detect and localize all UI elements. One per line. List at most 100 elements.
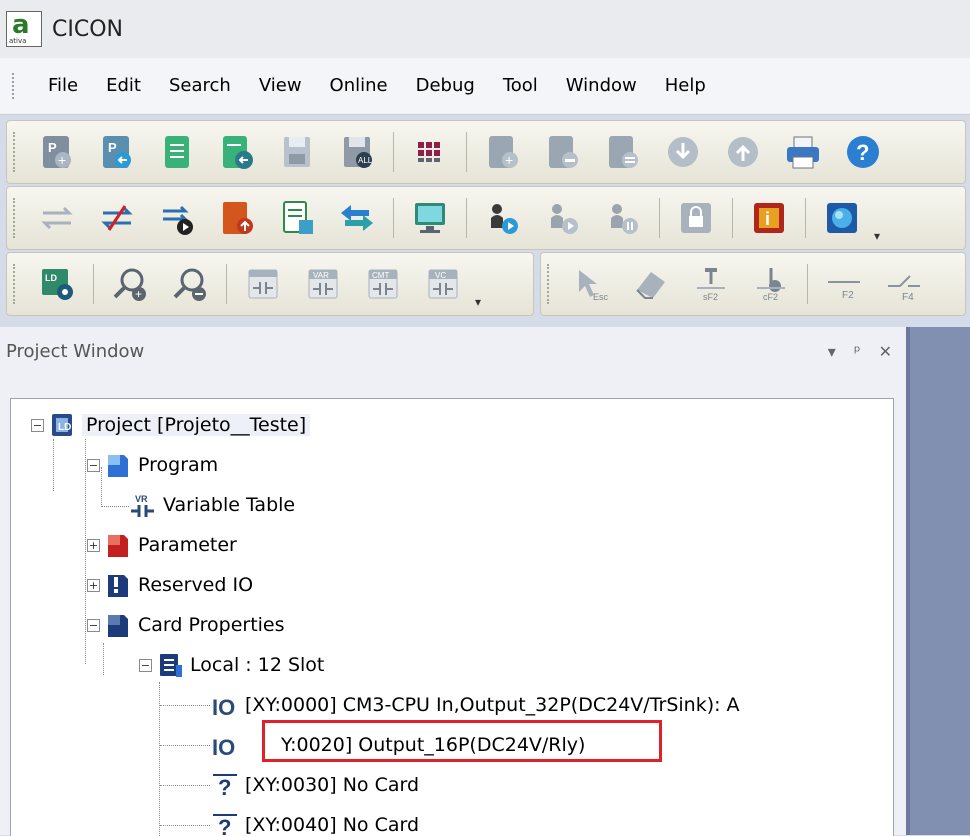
eraser-icon[interactable] xyxy=(628,261,674,307)
toolbar-overflow-icon[interactable]: ▾ xyxy=(475,295,481,309)
clear-icon[interactable] xyxy=(274,195,320,241)
svg-text:+: + xyxy=(135,287,142,301)
add-program-icon[interactable]: + xyxy=(480,129,526,175)
monitor-icon[interactable] xyxy=(407,195,453,241)
ladder-contact-icon[interactable] xyxy=(240,261,286,307)
window-title: CICON xyxy=(52,16,123,42)
save-icon[interactable] xyxy=(274,129,320,175)
edit-toolbar: Esc sF2 cF2 F2 F4 xyxy=(540,252,966,316)
delete-program-icon[interactable] xyxy=(540,129,586,175)
card-properties-icon xyxy=(104,611,132,639)
collapse-icon[interactable]: − xyxy=(139,658,152,672)
tree-node-parameter[interactable]: + Parameter xyxy=(87,529,237,561)
menu-view[interactable]: View xyxy=(245,66,316,106)
svg-text:+: + xyxy=(58,152,66,168)
line-f4-icon[interactable]: F4 xyxy=(881,261,927,307)
tree-node-card-properties[interactable]: − Card Properties xyxy=(87,609,285,641)
pane-dropdown-icon[interactable]: ▾ xyxy=(828,342,836,361)
tree-label-variable-table: Variable Table xyxy=(163,494,296,516)
run-icon[interactable] xyxy=(154,195,200,241)
compare-icon[interactable] xyxy=(334,195,380,241)
menu-search[interactable]: Search xyxy=(155,66,245,106)
online-toolbar: i ▾ xyxy=(6,186,966,250)
comment-view-icon[interactable]: CMT xyxy=(360,261,406,307)
menu-edit[interactable]: Edit xyxy=(92,66,155,106)
print-icon[interactable] xyxy=(780,129,826,175)
menu-help[interactable]: Help xyxy=(651,66,720,106)
info-icon[interactable]: i xyxy=(746,195,792,241)
download-icon[interactable] xyxy=(660,129,706,175)
help-icon[interactable]: ? xyxy=(840,129,886,175)
toolbar-separator xyxy=(226,264,227,304)
tree-node-slot-3[interactable]: ? [XY:0040] No Card xyxy=(211,809,419,836)
toolbar-grip[interactable] xyxy=(13,132,19,172)
toolbar-overflow-icon[interactable]: ▾ xyxy=(874,229,880,243)
disconnect-icon[interactable] xyxy=(94,195,140,241)
esc-icon[interactable]: Esc xyxy=(568,261,614,307)
stop-mode-icon[interactable] xyxy=(540,195,586,241)
close-project-icon[interactable] xyxy=(154,129,200,175)
tree-node-variable-table[interactable]: VR Variable Table xyxy=(129,489,295,521)
toolbar-grip[interactable] xyxy=(547,264,553,304)
save-all-icon[interactable]: ALL xyxy=(334,129,380,175)
menu-online[interactable]: Online xyxy=(316,66,402,106)
contact-sf2-icon[interactable]: sF2 xyxy=(688,261,734,307)
parameter-icon xyxy=(104,531,132,559)
standard-toolbar: P + P ALL + ? xyxy=(6,120,966,184)
network-icon[interactable] xyxy=(819,195,865,241)
toolbar-grip[interactable] xyxy=(13,264,19,304)
run-mode-icon[interactable] xyxy=(480,195,526,241)
menu-grip[interactable] xyxy=(12,73,20,99)
project-tree[interactable]: − LD Project [Projeto__Teste] − Program … xyxy=(10,398,894,836)
svg-text:i: i xyxy=(765,209,770,229)
expand-icon[interactable]: + xyxy=(87,578,100,592)
line-f2-icon[interactable]: F2 xyxy=(821,261,867,307)
collapse-icon[interactable]: − xyxy=(31,418,44,432)
contact-cf2-icon[interactable]: cF2 xyxy=(748,261,794,307)
upload-icon[interactable] xyxy=(720,129,766,175)
expand-icon[interactable]: + xyxy=(87,538,100,552)
tree-label-slot-3: [XY:0040] No Card xyxy=(245,814,420,836)
io-card-icon: IO xyxy=(211,691,239,719)
collapse-icon[interactable]: − xyxy=(87,458,100,472)
tree-line xyxy=(160,705,210,706)
open-project-icon[interactable]: P xyxy=(94,129,140,175)
tree-node-project[interactable]: − LD Project [Projeto__Teste] xyxy=(31,409,311,441)
zoom-out-icon[interactable] xyxy=(167,261,213,307)
ladder-toolbar: LD + VAR CMT VC ▾ xyxy=(6,252,534,316)
zoom-in-icon[interactable]: + xyxy=(107,261,153,307)
tree-line xyxy=(160,745,210,746)
project-window: − LD Project [Projeto__Teste] − Program … xyxy=(0,375,906,836)
menu-debug[interactable]: Debug xyxy=(402,66,489,106)
toolbar-grip[interactable] xyxy=(13,198,19,238)
variable-comment-icon[interactable]: VC xyxy=(420,261,466,307)
svg-text:IO: IO xyxy=(212,695,235,719)
import-icon[interactable] xyxy=(214,129,260,175)
write-plc-icon[interactable] xyxy=(214,195,260,241)
pause-mode-icon[interactable] xyxy=(600,195,646,241)
menu-window[interactable]: Window xyxy=(552,66,651,106)
tree-node-slot-2[interactable]: ? [XY:0030] No Card xyxy=(211,769,419,801)
svg-text:P: P xyxy=(48,140,57,155)
no-card-icon: ? xyxy=(211,771,239,799)
program-list-icon[interactable] xyxy=(600,129,646,175)
toolbar-separator xyxy=(805,198,806,238)
var-view-icon[interactable]: VAR xyxy=(300,261,346,307)
lock-icon[interactable] xyxy=(673,195,719,241)
tree-node-program[interactable]: − Program xyxy=(87,449,218,481)
collapse-icon[interactable]: − xyxy=(87,618,100,632)
grid-icon[interactable] xyxy=(407,129,453,175)
new-project-icon[interactable]: P + xyxy=(34,129,80,175)
close-icon[interactable]: ✕ xyxy=(879,342,892,361)
svg-text:ALL: ALL xyxy=(358,156,373,165)
svg-text:?: ? xyxy=(856,140,869,165)
tree-node-slot-0[interactable]: IO [XY:0000] CM3-CPU In,Output_32P(DC24V… xyxy=(211,689,740,721)
tree-node-reserved-io[interactable]: + Reserved IO xyxy=(87,569,253,601)
connect-icon[interactable] xyxy=(34,195,80,241)
tree-node-local[interactable]: − Local : 12 Slot xyxy=(139,649,324,681)
menu-file[interactable]: File xyxy=(34,66,92,106)
menu-tool[interactable]: Tool xyxy=(489,66,552,106)
ld-settings-icon[interactable]: LD xyxy=(34,261,80,307)
pin-icon[interactable]: ᵖ xyxy=(854,342,861,361)
menu-bar: File Edit Search View Online Debug Tool … xyxy=(0,58,970,115)
